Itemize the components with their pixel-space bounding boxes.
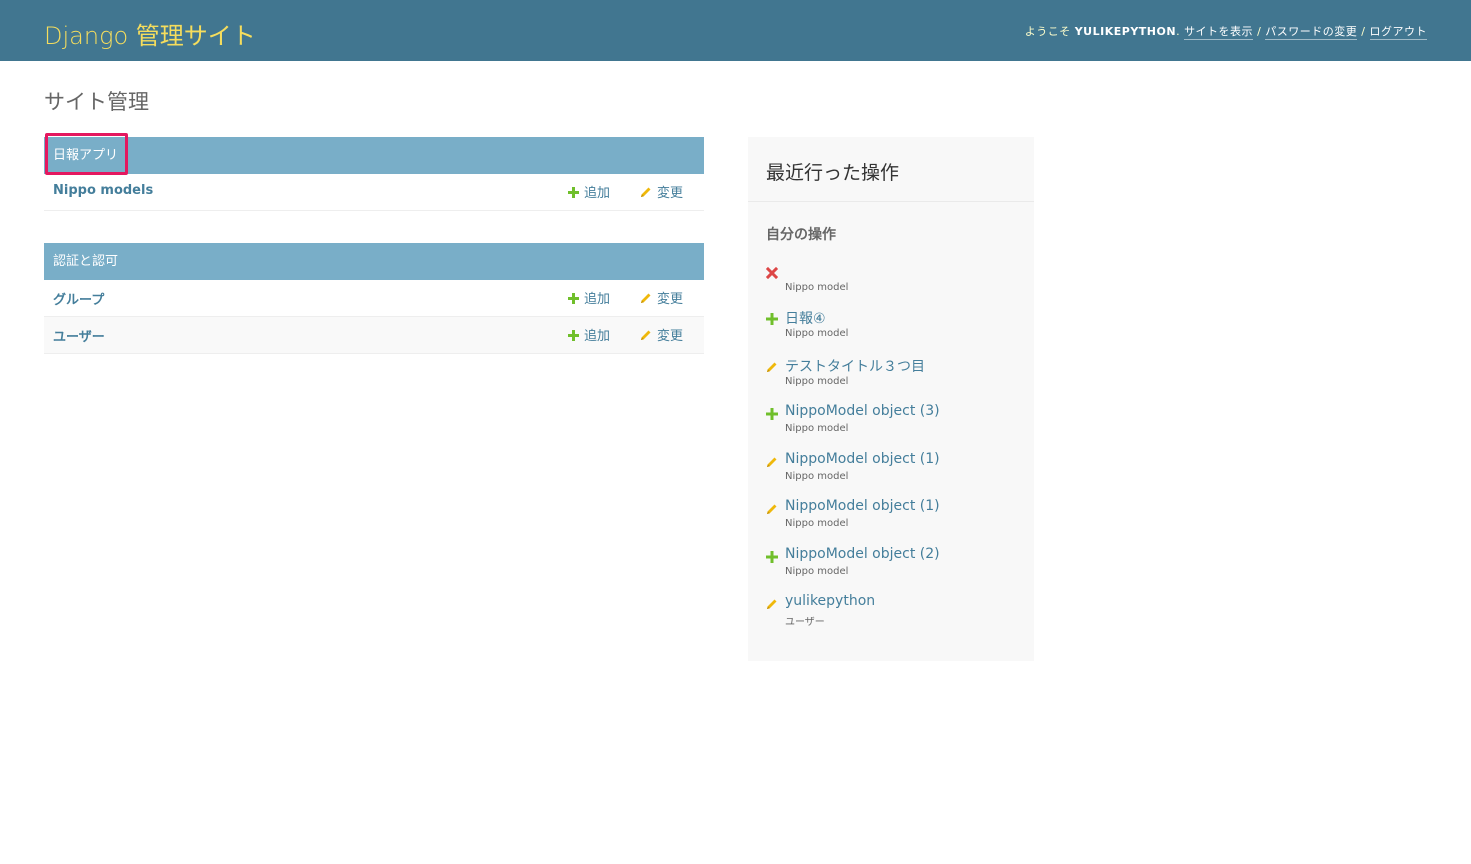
change-link[interactable]: 変更 (640, 288, 683, 307)
change-label: 変更 (657, 292, 684, 307)
recent-action-link[interactable]: NippoModel object (3) (785, 403, 940, 419)
pencil-icon (641, 293, 651, 303)
change-label: 変更 (657, 329, 684, 344)
recent-action-type: Nippo model (785, 566, 849, 577)
recent-action-type: Nippo model (785, 328, 849, 339)
app-module-nippo: 日報アプリ Nippo models 追加 変更 (44, 133, 704, 211)
recent-action-type: Nippo model (785, 423, 849, 434)
recent-action-link[interactable]: yulikepython (785, 593, 875, 609)
recent-action-type: Nippo model (785, 376, 849, 387)
recent-action-type: Nippo model (785, 471, 849, 482)
pencil-icon (641, 187, 651, 197)
model-row: ユーザー 追加 変更 (44, 317, 704, 354)
recent-action-link[interactable]: NippoModel object (1) (785, 498, 940, 514)
pencil-icon (641, 330, 651, 340)
model-link-users[interactable]: ユーザー (53, 326, 105, 345)
recent-actions-panel: 最近行った操作 自分の操作 Nippo model 日報④ Nippo model テ… (748, 137, 1034, 661)
add-label: 追加 (584, 329, 611, 344)
app-module-auth: 認証と認可 グループ 追加 変更 ユーザー 追加 変更 (44, 243, 704, 354)
app-caption-label: 認証と認可 (53, 254, 119, 269)
recent-actions-title: 最近行った操作 (766, 162, 900, 184)
plus-icon (568, 330, 579, 341)
recent-action-link[interactable]: 日報④ (785, 308, 826, 328)
add-link[interactable]: 追加 (568, 325, 610, 344)
add-icon (766, 405, 778, 420)
welcome-text: ようこそ (1024, 25, 1071, 38)
edit-icon (766, 595, 778, 609)
model-row: Nippo models 追加 変更 (44, 174, 704, 211)
user-tools: ようこそ YULIKEPYTHON. サイトを表示 / パスワードの変更 / ロ… (1024, 23, 1427, 40)
model-link-groups[interactable]: グループ (53, 289, 104, 308)
edit-icon (766, 500, 778, 514)
header-bar: Django 管理サイト ようこそ YULIKEPYTHON. サイトを表示 /… (0, 0, 1471, 61)
recent-action-type: ユーザー (785, 617, 825, 628)
add-icon (766, 548, 778, 563)
separator: / (1257, 25, 1262, 38)
divider (748, 201, 1034, 202)
recent-action-type: Nippo model (785, 518, 849, 529)
add-icon (766, 310, 778, 325)
change-link[interactable]: 変更 (640, 325, 683, 344)
plus-icon (568, 293, 579, 304)
change-label: 変更 (657, 186, 684, 201)
username: YULIKEPYTHON (1074, 25, 1177, 38)
recent-action-type: Nippo model (785, 282, 849, 293)
my-actions-subtitle: 自分の操作 (766, 227, 836, 243)
view-site-link[interactable]: サイトを表示 (1184, 25, 1254, 40)
site-branding[interactable]: Django 管理サイト (44, 16, 256, 51)
page-title: サイト管理 (44, 90, 149, 114)
app-caption[interactable]: 日報アプリ (44, 133, 704, 175)
recent-action-link[interactable]: NippoModel object (2) (785, 546, 940, 562)
plus-icon (568, 187, 579, 198)
add-link[interactable]: 追加 (568, 182, 610, 201)
model-row: グループ 追加 変更 (44, 280, 704, 317)
delete-icon (765, 264, 779, 280)
edit-icon (766, 358, 778, 372)
separator: / (1361, 25, 1366, 38)
add-link[interactable]: 追加 (568, 288, 610, 307)
add-label: 追加 (584, 186, 611, 201)
change-link[interactable]: 変更 (640, 182, 683, 201)
add-label: 追加 (584, 292, 611, 307)
model-link-nippo-models[interactable]: Nippo models (53, 183, 153, 198)
recent-action-link[interactable]: NippoModel object (1) (785, 451, 940, 467)
change-password-link[interactable]: パスワードの変更 (1265, 25, 1358, 40)
highlight-box (45, 133, 128, 175)
recent-action-link[interactable]: テストタイトル３つ目 (785, 356, 925, 376)
logout-link[interactable]: ログアウト (1369, 25, 1427, 40)
edit-icon (766, 453, 778, 467)
app-caption[interactable]: 認証と認可 (44, 243, 704, 280)
comma-separator: . (1176, 25, 1185, 38)
